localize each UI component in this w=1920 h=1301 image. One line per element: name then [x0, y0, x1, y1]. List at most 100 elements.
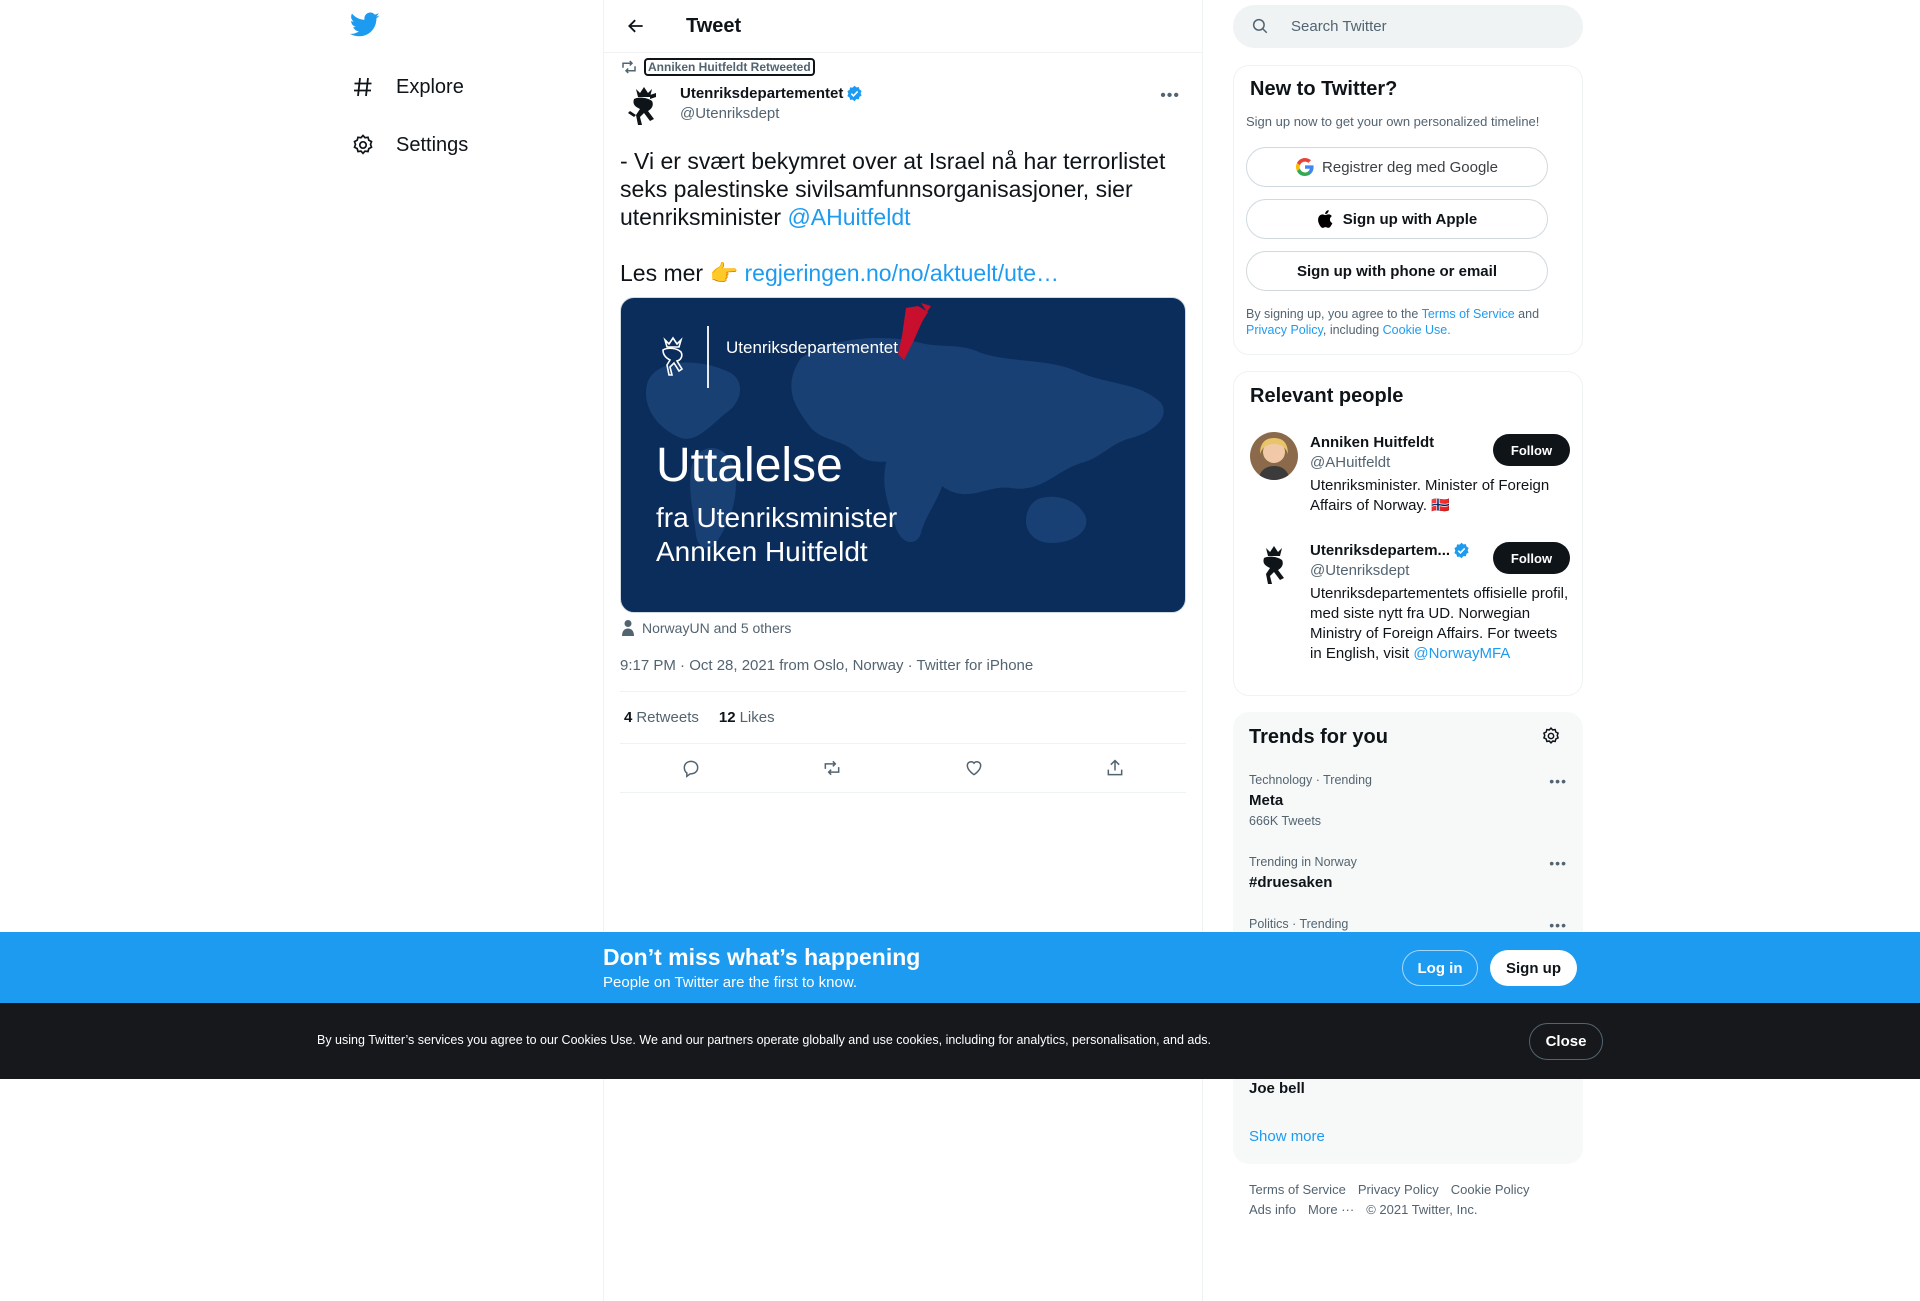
media-brand-text: Utenriksdepartementet — [726, 338, 898, 357]
tweet-text-read-more: Les mer 👉 — [620, 260, 745, 286]
banner-title: Don’t miss what’s happening — [603, 944, 921, 970]
phone-email-signup-button[interactable]: Sign up with phone or email — [1246, 251, 1548, 291]
person-item[interactable]: Anniken Huitfeldt @AHuitfeldt Utenriksmi… — [1250, 432, 1570, 522]
trend-count: 666K Tweets — [1249, 814, 1322, 828]
tweet-actions — [620, 744, 1186, 793]
gear-icon — [350, 132, 376, 158]
cookie-use-link[interactable]: Cookie Use. — [1383, 323, 1451, 337]
apple-signup-button[interactable]: Sign up with Apple — [1246, 199, 1548, 239]
signup-button[interactable]: Sign up — [1490, 950, 1577, 986]
tweet-stats: 4 Retweets 12 Likes — [620, 691, 1186, 744]
retweets-count[interactable]: 4 — [624, 709, 632, 726]
terms-text-3: , including — [1322, 323, 1383, 337]
hashtag-icon — [350, 74, 376, 100]
relevant-people-title: Relevant people — [1250, 385, 1404, 407]
trend-name: #druesaken — [1249, 874, 1333, 891]
mention-link[interactable]: @AHuitfeldt — [787, 204, 910, 230]
trend-more-icon[interactable]: ••• — [1549, 773, 1567, 789]
cookie-banner: By using Twitter’s services you agree to… — [0, 1003, 1920, 1079]
norwaymfa-link[interactable]: @NorwayMFA — [1413, 645, 1510, 662]
trend-context: Politics · Trending — [1249, 917, 1349, 931]
person-name[interactable]: Utenriksdepartem... — [1310, 542, 1470, 559]
footer-privacy-link[interactable]: Privacy Policy — [1358, 1180, 1439, 1200]
more-options-icon[interactable]: ••• — [1160, 87, 1180, 105]
media-line-1: fra Utenriksminister — [656, 502, 898, 533]
trend-item[interactable]: Technology · Trending Meta 666K Tweets •… — [1249, 773, 1567, 828]
signup-banner: Don’t miss what’s happening People on Tw… — [0, 932, 1920, 1003]
trend-item[interactable]: Politics · Trending ••• — [1249, 917, 1567, 933]
verified-badge-icon — [1453, 542, 1470, 559]
search-icon — [1251, 17, 1271, 37]
tweet-author: Utenriksdepartementet @Utenriksdept ••• — [620, 81, 1188, 129]
person-bio: Utenriksdepartementets offisielle profil… — [1310, 584, 1570, 664]
coat-of-arms-icon — [655, 336, 691, 378]
person-item[interactable]: Utenriksdepartem... @Utenriksdept Utenri… — [1250, 540, 1570, 680]
retweeted-by-link[interactable]: Anniken Huitfeldt Retweeted — [644, 58, 815, 76]
nav-settings[interactable]: Settings — [350, 125, 468, 165]
google-signup-button[interactable]: Registrer deg med Google — [1246, 147, 1548, 187]
search-placeholder: Search Twitter — [1291, 18, 1387, 35]
person-handle[interactable]: @Utenriksdept — [1310, 562, 1409, 579]
new-to-twitter-card: New to Twitter? Sign up now to get your … — [1233, 65, 1583, 355]
back-arrow-icon[interactable] — [620, 10, 652, 42]
media-line-2: Anniken Huitfeldt — [656, 536, 868, 567]
footer-ads-link[interactable]: Ads info — [1249, 1200, 1296, 1220]
nav-settings-label: Settings — [396, 133, 469, 156]
reply-icon[interactable] — [673, 750, 709, 786]
close-cookie-button[interactable]: Close — [1529, 1023, 1603, 1060]
tagged-users-text: NorwayUN and 5 others — [642, 620, 792, 636]
person-handle[interactable]: @AHuitfeldt — [1310, 454, 1390, 471]
share-icon[interactable] — [1097, 750, 1133, 786]
author-avatar[interactable] — [620, 81, 668, 129]
login-button[interactable]: Log in — [1402, 950, 1478, 986]
follow-button[interactable]: Follow — [1493, 542, 1570, 574]
avatar[interactable] — [1250, 432, 1298, 480]
trend-more-icon[interactable]: ••• — [1549, 855, 1567, 871]
retweet-action-icon[interactable] — [814, 750, 850, 786]
main-header: Tweet — [604, 0, 1202, 53]
banner-subtitle: People on Twitter are the first to know. — [603, 974, 858, 991]
author-name-text: Utenriksdepartementet — [680, 85, 844, 102]
google-icon — [1296, 158, 1314, 176]
show-more-link[interactable]: Show more — [1249, 1128, 1325, 1145]
tweet-media-image[interactable]: Utenriksdepartementet Uttalelse fra Uten… — [620, 297, 1186, 613]
privacy-policy-link[interactable]: Privacy Policy — [1246, 323, 1323, 337]
trends-settings-gear-icon[interactable] — [1541, 726, 1563, 748]
footer-cookie-link[interactable]: Cookie Policy — [1451, 1180, 1530, 1200]
avatar[interactable] — [1250, 540, 1298, 588]
follow-button[interactable]: Follow — [1493, 434, 1570, 466]
retweet-context: Anniken Huitfeldt Retweeted — [620, 58, 815, 76]
likes-label[interactable]: Likes — [740, 709, 775, 726]
apple-signup-label: Sign up with Apple — [1342, 210, 1478, 228]
verified-badge-icon — [846, 85, 863, 102]
person-icon — [620, 619, 638, 637]
terms-text-2: and — [1514, 307, 1540, 321]
author-handle[interactable]: @Utenriksdept — [680, 105, 779, 122]
nav-explore[interactable]: Explore — [350, 67, 464, 107]
retweet-icon — [620, 58, 638, 76]
person-name-text: Utenriksdepartem... — [1310, 542, 1451, 559]
terms-of-service-link[interactable]: Terms of Service — [1422, 307, 1515, 321]
person-bio: Utenriksminister. Minister of Foreign Af… — [1310, 477, 1550, 514]
search-input[interactable]: Search Twitter — [1233, 5, 1583, 48]
tweet-metadata: 9:17 PM · Oct 28, 2021 from Oslo, Norway… — [620, 657, 1034, 674]
footer-terms-link[interactable]: Terms of Service — [1249, 1180, 1346, 1200]
new-to-twitter-subtitle: Sign up now to get your own personalized… — [1246, 114, 1540, 129]
footer-more-link[interactable]: More ··· — [1308, 1200, 1354, 1220]
footer-copyright: © 2021 Twitter, Inc. — [1366, 1202, 1478, 1217]
media-divider — [707, 326, 709, 388]
trends-title: Trends for you — [1249, 726, 1388, 748]
twitter-bird-icon[interactable] — [349, 12, 382, 44]
trend-item[interactable]: Trending in Norway #druesaken ••• — [1249, 855, 1567, 891]
author-name[interactable]: Utenriksdepartementet — [680, 85, 863, 102]
tagged-users[interactable]: NorwayUN and 5 others — [620, 619, 791, 637]
tweet-text: - Vi er svært bekymret over at Israel nå… — [620, 147, 1188, 287]
person-name[interactable]: Anniken Huitfeldt — [1310, 434, 1434, 451]
trend-more-icon[interactable]: ••• — [1549, 917, 1567, 933]
signup-terms: By signing up, you agree to the Terms of… — [1246, 306, 1566, 338]
terms-text-1: By signing up, you agree to the — [1246, 307, 1422, 321]
like-heart-icon[interactable] — [956, 750, 992, 786]
article-link[interactable]: regjeringen.no/no/aktuelt/ute… — [745, 260, 1060, 286]
retweets-label[interactable]: Retweets — [636, 709, 699, 726]
likes-count[interactable]: 12 — [719, 709, 736, 726]
